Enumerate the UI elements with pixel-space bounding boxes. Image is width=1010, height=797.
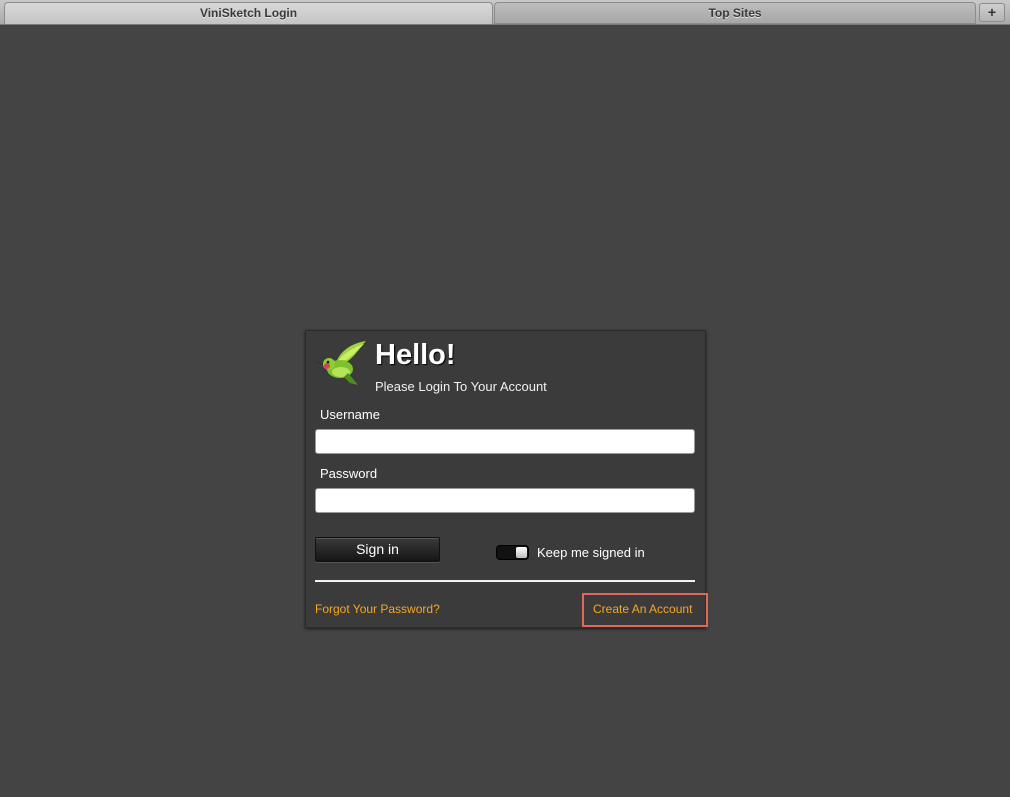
login-card: Hello! Please Login To Your Account User… [305, 330, 708, 628]
password-label: Password [320, 466, 378, 481]
divider [315, 580, 695, 582]
username-input[interactable] [315, 429, 695, 454]
toggle-knob [516, 547, 527, 558]
page-subtitle: Please Login To Your Account [375, 379, 547, 394]
tab-visketch-login[interactable]: ViniSketch Login [4, 2, 493, 24]
create-account-link[interactable]: Create An Account [593, 602, 692, 616]
username-label: Username [320, 407, 380, 422]
sign-in-button[interactable]: Sign in [315, 537, 440, 562]
tab-bar: ViniSketch Login Top Sites + [0, 0, 1010, 25]
keep-signed-in-toggle[interactable] [496, 545, 529, 560]
keep-signed-in-label: Keep me signed in [537, 545, 645, 560]
hummingbird-logo-icon [314, 341, 366, 385]
new-tab-button[interactable]: + [979, 3, 1005, 22]
page-title: Hello! [375, 339, 456, 371]
password-input[interactable] [315, 488, 695, 513]
tab-top-sites[interactable]: Top Sites [494, 2, 976, 24]
plus-icon: + [987, 4, 997, 20]
forgot-password-link[interactable]: Forgot Your Password? [315, 602, 440, 616]
